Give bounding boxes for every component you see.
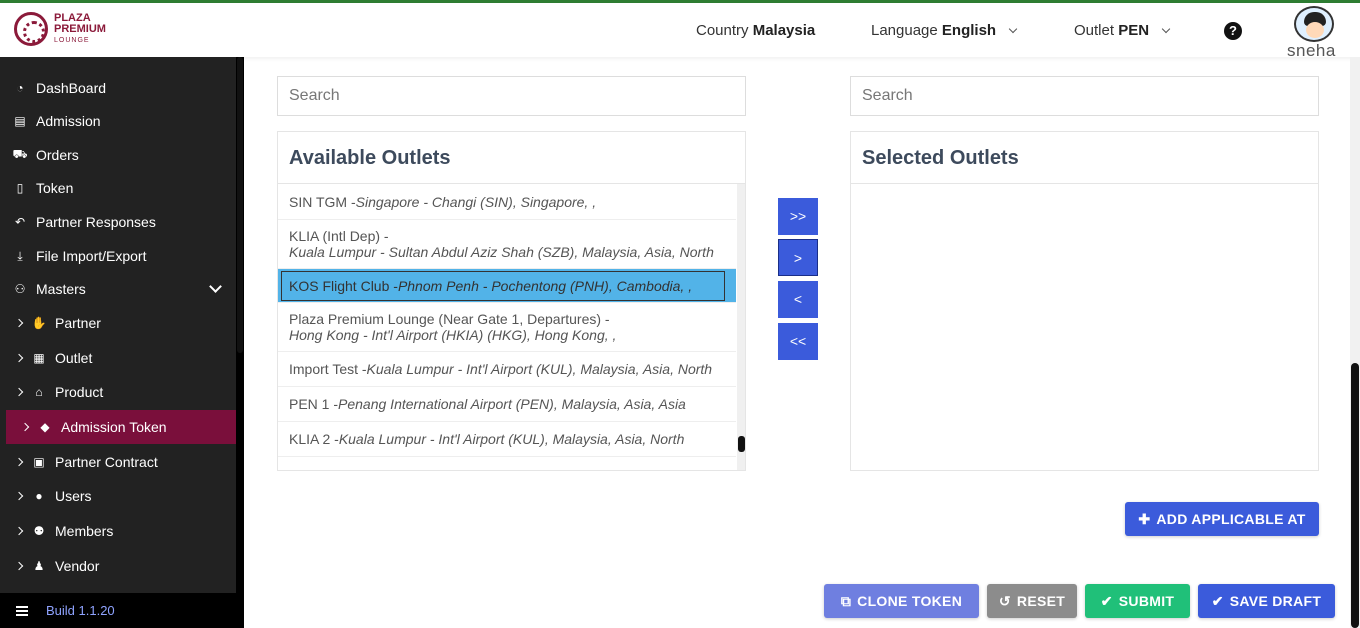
selected-outlets-list (851, 184, 1318, 470)
sidebar-item-dashboard[interactable]: ◔ DashBoard (0, 71, 236, 105)
sidebar-scroll-thumb[interactable] (237, 57, 243, 353)
sidebar-item-partner-responses[interactable]: ↶ Partner Responses (0, 205, 236, 239)
sidebar-scrollbar[interactable] (236, 57, 244, 597)
reset-button[interactable]: ↺ RESET (987, 584, 1077, 618)
list-item[interactable]: KOS Flight Club -Phnom Penh - Pochentong… (278, 269, 736, 303)
language-dropdown[interactable]: Language English (871, 22, 1018, 39)
handshake-icon: ✋ (31, 316, 47, 330)
check-icon: ✔ (1211, 592, 1224, 609)
briefcase-icon: ▣ (33, 455, 45, 469)
id-card-icon: ▤ (14, 114, 26, 128)
sidebar-subitem-admission-token[interactable]: ◆ Admission Token (6, 410, 236, 444)
selected-outlets-panel: Selected Outlets (850, 131, 1319, 471)
sidebar-item-masters[interactable]: ⚇ Masters (0, 272, 236, 306)
sidebar-item-token[interactable]: ▯ Token (0, 171, 236, 205)
chevron-right-icon (14, 491, 24, 501)
chevron-down-icon (1161, 24, 1171, 34)
main-scrollbar[interactable] (1350, 57, 1360, 628)
list-item[interactable]: PEN 1 -Penang International Airport (PEN… (278, 387, 736, 422)
user-icon: ● (35, 489, 43, 503)
sidebar-subitem-product[interactable]: ⌂ Product (0, 375, 236, 409)
person-icon: ♟ (33, 559, 45, 573)
gift-icon: ⌂ (35, 385, 43, 399)
sidebar-item-admission[interactable]: ▤ Admission (0, 104, 236, 138)
chevron-right-icon (20, 422, 30, 432)
chevron-right-icon (14, 353, 24, 363)
reply-icon: ↶ (14, 215, 26, 229)
logo-mark-icon (14, 12, 48, 46)
clone-token-button[interactable]: ⧉ CLONE TOKEN (824, 584, 979, 618)
list-item[interactable]: KLIA 2 -Kuala Lumpur - Int'l Airport (KU… (278, 422, 736, 457)
check-icon: ✔ (1100, 592, 1113, 609)
app-header: PLAZA PREMIUM LOUNGE Country Malaysia La… (0, 3, 1360, 60)
available-search-input[interactable] (277, 76, 746, 116)
build-version: Build 1.1.20 (46, 603, 115, 618)
move-left-button[interactable]: < (778, 281, 818, 318)
brand-logo[interactable]: PLAZA PREMIUM LOUNGE (14, 12, 106, 46)
outlet-dropdown[interactable]: Outlet PEN (1074, 22, 1171, 39)
move-all-right-button[interactable]: >> (778, 198, 818, 235)
plus-icon: ✚ (1138, 510, 1151, 527)
available-outlets-panel: Available Outlets SIN TGM -Singapore - C… (277, 131, 746, 471)
sidebar-subitem-users[interactable]: ● Users (0, 479, 236, 513)
list-item[interactable]: SIN TGM -Singapore - Changi (SIN), Singa… (278, 184, 736, 220)
sidebar-subitem-outlet[interactable]: ▦ Outlet (0, 341, 236, 375)
brand-line-1: PLAZA (54, 11, 91, 24)
selected-outlets-title: Selected Outlets (851, 132, 1318, 184)
chevron-right-icon (14, 387, 24, 397)
help-icon[interactable]: ? (1224, 22, 1242, 40)
chevron-right-icon (14, 457, 24, 467)
brand-line-2: PREMIUM (54, 22, 106, 35)
download-icon: ⤓ (17, 248, 23, 263)
avatar[interactable] (1294, 6, 1334, 42)
chevron-right-icon (14, 318, 24, 328)
available-outlets-title: Available Outlets (278, 132, 745, 184)
file-icon: ▯ (16, 181, 24, 195)
chevron-down-icon (209, 280, 222, 293)
sidebar-subitem-vendor[interactable]: ♟ Vendor (0, 549, 236, 583)
chevron-right-icon (14, 526, 24, 536)
sidebar-item-orders[interactable]: ⛟ Orders (0, 138, 236, 172)
cart-icon: ⛟ (12, 147, 28, 161)
list-item[interactable]: Plaza Premium Lounge (Near Gate 1, Depar… (278, 303, 736, 352)
sitemap-icon: ⚇ (14, 282, 26, 296)
add-applicable-at-button[interactable]: ✚ ADD APPLICABLE AT (1125, 502, 1319, 536)
sidebar-subitem-partner[interactable]: ✋ Partner (0, 306, 236, 340)
available-outlets-list: SIN TGM -Singapore - Changi (SIN), Singa… (278, 184, 736, 470)
sidebar-item-file-import-export[interactable]: ⤓ File Import/Export (0, 239, 236, 273)
dashboard-icon: ◔ (16, 81, 24, 95)
chevron-right-icon (14, 561, 24, 571)
country-display: Country Malaysia (696, 22, 816, 39)
sidebar: ◔ DashBoard ▤ Admission ⛟ Orders ▯ Token… (0, 57, 244, 628)
sidebar-subitem-partner-contract[interactable]: ▣ Partner Contract (0, 445, 236, 479)
brand-line-3: LOUNGE (54, 36, 90, 44)
copy-icon: ⧉ (840, 592, 852, 609)
ticket-icon: ◆ (40, 420, 50, 434)
user-name[interactable]: sneha (1287, 41, 1336, 61)
undo-icon: ↺ (998, 592, 1011, 609)
selected-search-input[interactable] (850, 76, 1319, 116)
users-icon: ⚉ (33, 524, 45, 538)
move-all-left-button[interactable]: << (778, 323, 818, 360)
available-list-scrollbar[interactable] (737, 184, 745, 470)
main-scroll-thumb[interactable] (1351, 363, 1359, 628)
available-list-scroll-thumb[interactable] (738, 436, 745, 452)
submit-button[interactable]: ✔ SUBMIT (1085, 584, 1190, 618)
building-icon: ▦ (33, 351, 45, 365)
save-draft-button[interactable]: ✔ SAVE DRAFT (1198, 584, 1335, 618)
list-item[interactable]: Import Test -Kuala Lumpur - Int'l Airpor… (278, 352, 736, 387)
hamburger-menu-icon[interactable] (16, 605, 28, 616)
sidebar-footer: Build 1.1.20 (0, 593, 244, 628)
chevron-down-icon (1009, 24, 1018, 34)
list-item[interactable]: KLIA (Intl Dep) - Kuala Lumpur - Sultan … (278, 220, 736, 269)
move-right-button[interactable]: > (778, 239, 818, 276)
sidebar-subitem-members[interactable]: ⚉ Members (0, 514, 236, 548)
